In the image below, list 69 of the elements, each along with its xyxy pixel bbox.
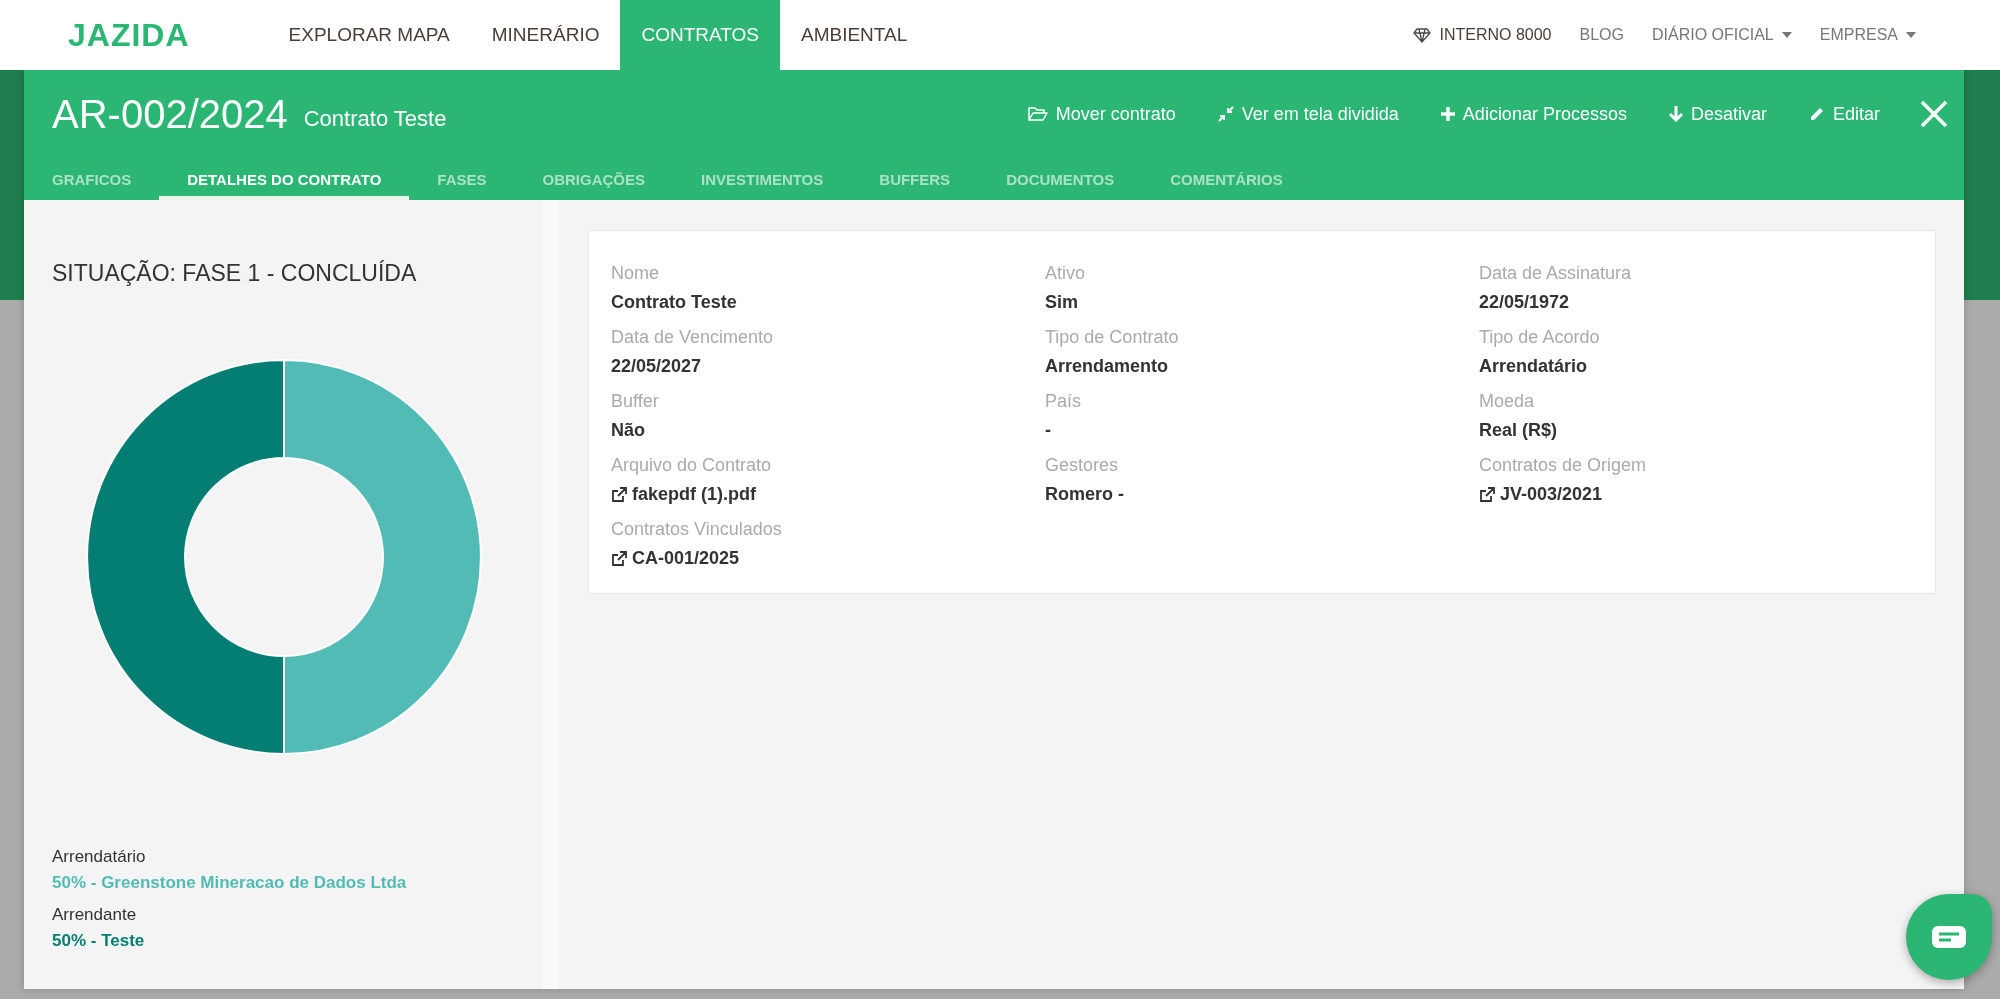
field-label: Tipo de Acordo <box>1479 327 1601 348</box>
field-link[interactable]: JV-003/2021 <box>1479 484 1603 505</box>
field-link[interactable]: CA-001/2025 <box>611 548 740 569</box>
logo[interactable]: JAZIDA <box>68 16 190 54</box>
tab[interactable]: COMENTÁRIOS <box>1142 158 1311 200</box>
action-link[interactable]: Ver em tela dividida <box>1217 103 1399 125</box>
arrow-down-icon <box>1668 106 1683 122</box>
contract-code: AR-002/2024 <box>52 91 288 137</box>
tab[interactable]: BUFFERS <box>851 158 979 200</box>
field-label: Moeda <box>1479 391 1536 412</box>
nav-link[interactable]: EXPLORAR MAPA <box>267 0 471 70</box>
field-value: Arrendatário <box>1479 356 1589 377</box>
party-role: Arrendante <box>52 905 138 925</box>
tab[interactable]: DOCUMENTOS <box>978 158 1143 200</box>
field-label: Arquivo do Contrato <box>611 455 773 476</box>
nav-dropdown[interactable]: DIÁRIO OFICIAL <box>1637 0 1806 70</box>
field-value: Romero - <box>1045 484 1125 505</box>
nav-link[interactable]: BLOG <box>1565 0 1638 70</box>
plus-icon <box>1440 107 1455 121</box>
field-value: Sim <box>1045 292 1079 313</box>
pencil-icon <box>1808 106 1825 122</box>
field-value: Arrendamento <box>1045 356 1170 377</box>
action-link[interactable]: Desativar <box>1668 103 1767 125</box>
chat-button[interactable] <box>1906 894 1992 980</box>
field-label: Contratos Vinculados <box>611 519 783 540</box>
field-value: Não <box>611 420 646 441</box>
diamond-icon <box>1413 27 1432 43</box>
field-value: Contrato Teste <box>611 292 738 313</box>
field-label: País <box>1045 391 1083 412</box>
party-role: Arrendatário <box>52 847 147 867</box>
tab[interactable]: GRAFICOS <box>52 158 160 200</box>
close-icon[interactable] <box>1920 100 1948 128</box>
field-value: - <box>1045 420 1052 441</box>
party-share: 50% - Teste <box>52 931 146 951</box>
folder-icon <box>1027 106 1048 122</box>
status-title: SITUAÇÃO: FASE 1 - CONCLUÍDA <box>52 260 418 287</box>
action-link[interactable]: Editar <box>1808 103 1880 125</box>
tab[interactable]: INVESTIMENTOS <box>673 158 852 200</box>
field-label: Ativo <box>1045 263 1087 284</box>
caret-icon <box>1906 32 1916 38</box>
field-label: Data de Assinatura <box>1479 263 1633 284</box>
field-label: Contratos de Origem <box>1479 455 1648 476</box>
external-link-icon <box>611 486 627 503</box>
field-label: Gestores <box>1045 455 1120 476</box>
party-share: 50% - Greenstone Mineracao de Dados Ltda <box>52 873 408 893</box>
field-label: Data de Vencimento <box>611 327 775 348</box>
field-value: 22/05/1972 <box>1479 292 1571 313</box>
external-link-icon <box>1479 486 1495 503</box>
external-link-icon <box>611 550 627 567</box>
nav-link[interactable]: CONTRATOS <box>620 0 780 70</box>
field-value: 22/05/2027 <box>611 356 703 377</box>
field-label: Nome <box>611 263 660 284</box>
action-link[interactable]: Adicionar Processos <box>1440 103 1627 125</box>
compress-arrows-icon <box>1217 106 1234 122</box>
chat-icon <box>1932 926 1966 948</box>
nav-link[interactable]: AMBIENTAL <box>780 0 929 70</box>
field-label: Tipo de Contrato <box>1045 327 1180 348</box>
plan-link[interactable]: INTERNO 8000 <box>1399 0 1566 70</box>
tab[interactable]: DETALHES DO CONTRATO <box>159 158 410 200</box>
tab[interactable]: OBRIGAÇÕES <box>514 158 674 200</box>
field-label: Buffer <box>611 391 660 412</box>
contract-name: Contrato Teste <box>303 106 447 132</box>
tab[interactable]: FASES <box>409 158 515 200</box>
nav-link[interactable]: MINERÁRIO <box>470 0 621 70</box>
caret-icon <box>1781 32 1792 38</box>
action-link[interactable]: Mover contrato <box>1027 103 1176 125</box>
field-link[interactable]: fakepdf (1).pdf <box>611 484 756 505</box>
field-value: Real (R$) <box>1479 420 1559 441</box>
nav-dropdown[interactable]: EMPRESA <box>1805 0 1930 70</box>
